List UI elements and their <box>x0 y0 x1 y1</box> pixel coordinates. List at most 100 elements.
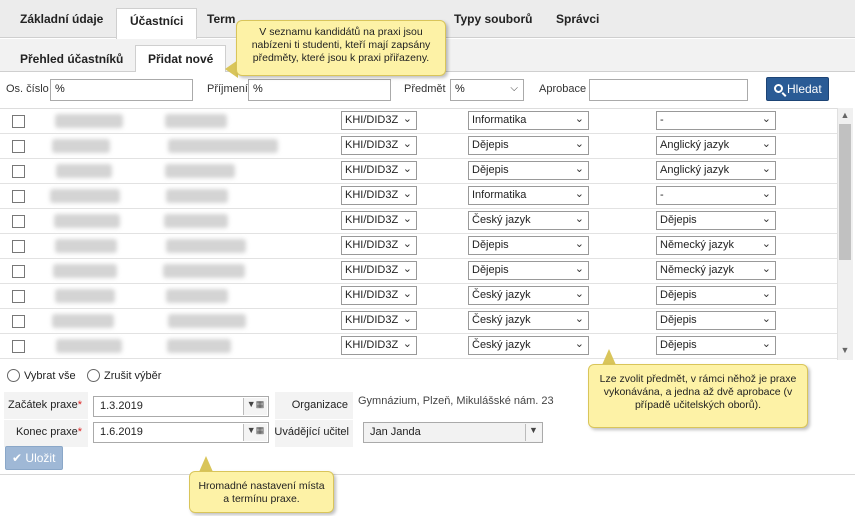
tab-ucastnici[interactable]: Účastníci <box>116 8 198 39</box>
course-select[interactable]: KHI/DID3Z ⌄ <box>341 136 417 155</box>
callout-bottom-pointer <box>199 456 213 472</box>
calendar-icon[interactable]: ▼▦ <box>243 424 267 441</box>
chevron-down-icon: ⌄ <box>761 288 771 300</box>
subject-select[interactable]: Informatika ⌄ <box>468 186 589 205</box>
row-checkbox[interactable] <box>12 140 25 153</box>
aprobace-input[interactable] <box>589 79 748 101</box>
name-blurred <box>165 114 227 128</box>
chevron-down-icon: ⌄ <box>574 213 584 225</box>
table-row: KHI/DID3Z ⌄ Dějepis ⌄ Anglický jazyk ⌄ <box>0 159 837 184</box>
row-checkbox[interactable] <box>12 240 25 253</box>
select-all-radio[interactable] <box>7 369 20 382</box>
chevron-down-icon: ⌄ <box>761 263 771 275</box>
course-select[interactable]: KHI/DID3Z ⌄ <box>341 311 417 330</box>
course-select[interactable]: KHI/DID3Z ⌄ <box>341 161 417 180</box>
os-cislo-blurred <box>55 239 117 253</box>
row-checkbox[interactable] <box>12 265 25 278</box>
course-select[interactable]: KHI/DID3Z ⌄ <box>341 236 417 255</box>
row-checkbox[interactable] <box>12 215 25 228</box>
course-select[interactable]: KHI/DID3Z ⌄ <box>341 111 417 130</box>
search-button[interactable]: Hledat <box>766 77 829 101</box>
tab-zakladni-udaje[interactable]: Základní údaje <box>20 12 103 26</box>
teacher-value: Jan Janda <box>370 426 421 438</box>
os-cislo-input[interactable]: % <box>50 79 193 101</box>
scroll-down-icon[interactable]: ▼ <box>839 345 851 357</box>
subject-select[interactable]: Dějepis ⌄ <box>468 136 589 155</box>
callout-right-pointer <box>602 349 616 365</box>
aprobace-select[interactable]: - ⌄ <box>656 186 776 205</box>
course-select[interactable]: KHI/DID3Z ⌄ <box>341 211 417 230</box>
os-cislo-blurred <box>54 214 120 228</box>
save-button[interactable]: ✔ Uložit <box>5 446 63 470</box>
tab-terminy[interactable]: Term <box>207 12 235 26</box>
chevron-down-icon: ⌄ <box>761 213 771 225</box>
check-icon: ✔ <box>12 451 23 465</box>
search-icon <box>774 84 783 93</box>
subject-value: Český jazyk <box>472 214 531 226</box>
subject-select[interactable]: Český jazyk ⌄ <box>468 336 589 355</box>
start-date-input[interactable]: 1.3.2019 ▼▦ <box>93 396 269 417</box>
teacher-select[interactable]: Jan Janda ▼ <box>363 422 543 443</box>
aprobace-select[interactable]: Dějepis ⌄ <box>656 311 776 330</box>
subject-select[interactable]: Informatika ⌄ <box>468 111 589 130</box>
table-row: KHI/DID3Z ⌄ Dějepis ⌄ Německý jazyk ⌄ <box>0 234 837 259</box>
aprobace-select[interactable]: Dějepis ⌄ <box>656 211 776 230</box>
deselect-radio[interactable] <box>87 369 100 382</box>
course-value: KHI/DID3Z <box>345 314 399 326</box>
end-date-input[interactable]: 1.6.2019 ▼▦ <box>93 422 269 443</box>
subject-select[interactable]: Český jazyk ⌄ <box>468 211 589 230</box>
course-select[interactable]: KHI/DID3Z ⌄ <box>341 286 417 305</box>
subject-value: Dějepis <box>472 264 509 276</box>
tab-prehled-ucastniku[interactable]: Přehled účastníků <box>20 52 123 66</box>
course-value: KHI/DID3Z <box>345 239 399 251</box>
org-value: Gymnázium, Plzeň, Mikulášské nám. 23 <box>358 395 554 407</box>
subject-select[interactable]: Český jazyk ⌄ <box>468 286 589 305</box>
row-checkbox[interactable] <box>12 290 25 303</box>
aprobace-select[interactable]: Dějepis ⌄ <box>656 286 776 305</box>
chevron-down-icon: ⌄ <box>402 238 412 250</box>
start-label: Začátek praxe* <box>8 399 82 411</box>
row-checkbox[interactable] <box>12 190 25 203</box>
aprobace-select[interactable]: Německý jazyk ⌄ <box>656 261 776 280</box>
aprobace-select[interactable]: Dějepis ⌄ <box>656 336 776 355</box>
chevron-down-icon: ⌄ <box>402 188 412 200</box>
chevron-down-icon: ▼ <box>525 424 541 441</box>
subject-select[interactable]: Dějepis ⌄ <box>468 261 589 280</box>
calendar-icon[interactable]: ▼▦ <box>243 398 267 415</box>
row-checkbox[interactable] <box>12 340 25 353</box>
tab-spravci[interactable]: Správci <box>556 12 599 26</box>
aprobace-value: - <box>660 114 664 126</box>
subject-select[interactable]: Český jazyk ⌄ <box>468 311 589 330</box>
filter-bar: Os. číslo % Příjmení % Předmět % ⌵ Aproba… <box>0 72 855 108</box>
aprobace-select[interactable]: Anglický jazyk ⌄ <box>656 136 776 155</box>
select-all-label: Vybrat vše <box>24 370 76 382</box>
row-checkbox[interactable] <box>12 165 25 178</box>
chevron-down-icon: ⌄ <box>761 113 771 125</box>
scroll-up-icon[interactable]: ▲ <box>839 110 851 122</box>
course-select[interactable]: KHI/DID3Z ⌄ <box>341 186 417 205</box>
aprobace-select[interactable]: Německý jazyk ⌄ <box>656 236 776 255</box>
tab-pridat-nove[interactable]: Přidat nové <box>135 45 227 73</box>
aprobace-select[interactable]: Anglický jazyk ⌄ <box>656 161 776 180</box>
course-select[interactable]: KHI/DID3Z ⌄ <box>341 336 417 355</box>
subject-select[interactable]: Dějepis ⌄ <box>468 236 589 255</box>
tab-typy-souboru[interactable]: Typy souborů <box>454 12 532 26</box>
end-date-value: 1.6.2019 <box>100 426 143 438</box>
course-select[interactable]: KHI/DID3Z ⌄ <box>341 261 417 280</box>
prijmeni-input[interactable]: % <box>248 79 391 101</box>
save-button-label: Uložit <box>25 451 56 465</box>
chevron-down-icon: ⌵ <box>510 83 518 94</box>
aprobace-select[interactable]: - ⌄ <box>656 111 776 130</box>
table-row: KHI/DID3Z ⌄ Dějepis ⌄ Anglický jazyk ⌄ <box>0 134 837 159</box>
row-checkbox[interactable] <box>12 115 25 128</box>
subject-select[interactable]: Dějepis ⌄ <box>468 161 589 180</box>
subject-value: Český jazyk <box>472 339 531 351</box>
row-checkbox[interactable] <box>12 315 25 328</box>
chevron-down-icon: ⌄ <box>574 138 584 150</box>
scrollbar-thumb[interactable] <box>839 124 851 260</box>
os-cislo-blurred <box>50 189 120 203</box>
teacher-label: Uvádějící učitel <box>274 426 349 438</box>
table-row: KHI/DID3Z ⌄ Český jazyk ⌄ Dějepis ⌄ <box>0 284 837 309</box>
os-cislo-blurred <box>56 164 112 178</box>
predmet-select[interactable]: % ⌵ <box>450 79 524 101</box>
